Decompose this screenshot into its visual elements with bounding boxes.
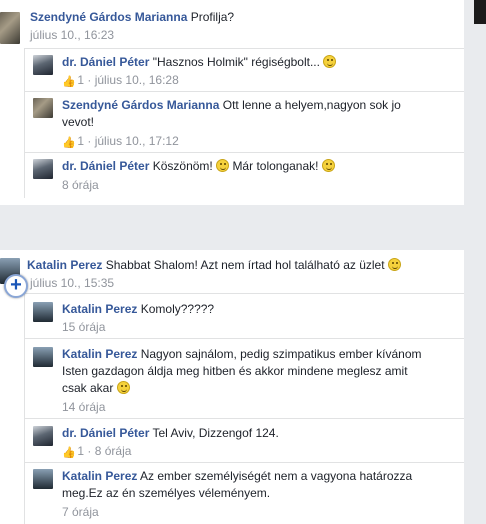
comment-thread-2: Katalin Perez Shabbat Shalom! Azt nem ír… <box>0 250 464 524</box>
smiley-emoji-icon <box>116 381 130 394</box>
reply-text: Az ember személyiségét nem a vagyona hat… <box>140 469 413 483</box>
dot-separator: · <box>87 134 92 148</box>
divider <box>24 48 464 49</box>
reply-timestamp[interactable]: július 10., 17:12 <box>95 134 179 148</box>
avatar-katalin-perez[interactable] <box>33 347 53 367</box>
comment-timestamp[interactable]: július 10., 16:23 <box>30 28 114 43</box>
avatar-katalin-perez[interactable] <box>33 302 53 322</box>
reply-meta: 👍 1 · július 10., 16:28 <box>62 73 179 88</box>
reply-1: Katalin Perez Komoly????? <box>62 302 214 317</box>
reply-author[interactable]: dr. Dániel Péter <box>62 55 149 69</box>
reply-timestamp[interactable]: 8 órája <box>95 444 132 458</box>
reply-2-line-2: Isten gazdagon áldja meg hitben és akkor… <box>62 364 408 378</box>
avatar-marianna[interactable] <box>0 12 20 44</box>
divider <box>24 462 464 463</box>
divider <box>24 418 464 419</box>
reply-4-line-2: meg.Ez az én személyes véleményem. <box>62 486 271 500</box>
reply-author[interactable]: Katalin Perez <box>62 469 137 483</box>
thumbs-up-icon: 👍 <box>62 447 76 459</box>
comment-timestamp[interactable]: július 10., 15:35 <box>30 276 114 291</box>
thumbs-up-icon: 👍 <box>62 76 76 88</box>
reply-4-line-1: Katalin Perez Az ember személyiségét nem… <box>62 469 412 484</box>
comment-2: Katalin Perez Shabbat Shalom! Azt nem ír… <box>27 258 401 273</box>
reply-text: Köszönöm! <box>152 159 213 173</box>
reply-meta: 👍 1 · július 10., 17:12 <box>62 134 179 149</box>
reply-3: dr. Dániel Péter Tel Aviv, Dizzengof 124… <box>62 426 279 441</box>
comment-author[interactable]: Katalin Perez <box>27 258 102 272</box>
divider <box>24 91 464 92</box>
like-count[interactable]: 1 <box>77 134 84 148</box>
reply-text: Már tolonganak! <box>232 159 319 173</box>
divider <box>24 293 464 294</box>
reply-text: Nagyon sajnálom, pedig szimpatikus ember… <box>140 347 422 361</box>
comment-1: Szendyné Gárdos Marianna Profilja? <box>30 10 234 25</box>
reply-author[interactable]: dr. Dániel Péter <box>62 426 149 440</box>
reply-3: dr. Dániel Péter Köszönöm! Már tolongana… <box>62 159 335 174</box>
thumbs-up-icon: 👍 <box>62 137 76 149</box>
avatar-daniel-peter[interactable] <box>33 55 53 75</box>
comment-text: Profilja? <box>190 10 235 24</box>
reply-author[interactable]: dr. Dániel Péter <box>62 159 149 173</box>
right-column-background <box>470 0 486 524</box>
reply-text: "Hasznos Holmik" régiségbolt... <box>152 55 320 69</box>
reply-indent-line <box>24 293 25 524</box>
reply-timestamp[interactable]: 15 órája <box>62 320 105 335</box>
comment-thread-1: Szendyné Gárdos Marianna Profilja? júliu… <box>0 0 464 205</box>
comment-author[interactable]: Szendyné Gárdos Marianna <box>30 10 187 24</box>
reply-1: dr. Dániel Péter "Hasznos Holmik" régisé… <box>62 55 337 70</box>
dot-separator: · <box>87 73 92 87</box>
reply-text: Ott lenne a helyem,nagyon sok jo <box>222 98 401 112</box>
reply-timestamp[interactable]: 14 órája <box>62 400 105 415</box>
avatar-daniel-peter[interactable] <box>33 426 53 446</box>
reply-text: Tel Aviv, Dizzengof 124. <box>152 426 279 440</box>
comment-text: Shabbat Shalom! Azt nem írtad hol találh… <box>105 258 385 272</box>
reply-timestamp[interactable]: 7 órája <box>62 505 99 520</box>
grin-emoji-icon <box>321 159 335 172</box>
scrollbar-thumb[interactable] <box>474 0 486 24</box>
zoom-in-plus-icon[interactable]: + <box>4 274 28 298</box>
avatar-daniel-peter[interactable] <box>33 159 53 179</box>
reply-author[interactable]: Szendyné Gárdos Marianna <box>62 98 219 112</box>
reply-author[interactable]: Katalin Perez <box>62 347 137 361</box>
smiley-emoji-icon <box>216 159 230 172</box>
reply-2-line-1: Szendyné Gárdos Marianna Ott lenne a hel… <box>62 98 401 113</box>
reply-2-line-1: Katalin Perez Nagyon sajnálom, pedig szi… <box>62 347 422 362</box>
reply-2-line-3: csak akar <box>62 381 130 396</box>
reply-meta: 👍 1 · 8 órája <box>62 444 131 459</box>
avatar-marianna[interactable] <box>33 98 53 118</box>
like-count[interactable]: 1 <box>77 73 84 87</box>
reply-2-line-2: vevot! <box>62 115 95 129</box>
reply-timestamp[interactable]: július 10., 16:28 <box>95 73 179 87</box>
smiley-emoji-icon <box>387 258 401 271</box>
avatar-katalin-perez[interactable] <box>33 469 53 489</box>
dot-separator: · <box>87 444 92 458</box>
reply-indent-line <box>24 48 25 198</box>
like-count[interactable]: 1 <box>77 444 84 458</box>
reply-author[interactable]: Katalin Perez <box>62 302 137 316</box>
reply-text: csak akar <box>62 381 114 395</box>
smiley-emoji-icon <box>323 55 337 68</box>
divider <box>24 338 464 339</box>
reply-text: Komoly????? <box>140 302 215 316</box>
reply-timestamp[interactable]: 8 órája <box>62 178 99 193</box>
divider <box>24 152 464 153</box>
